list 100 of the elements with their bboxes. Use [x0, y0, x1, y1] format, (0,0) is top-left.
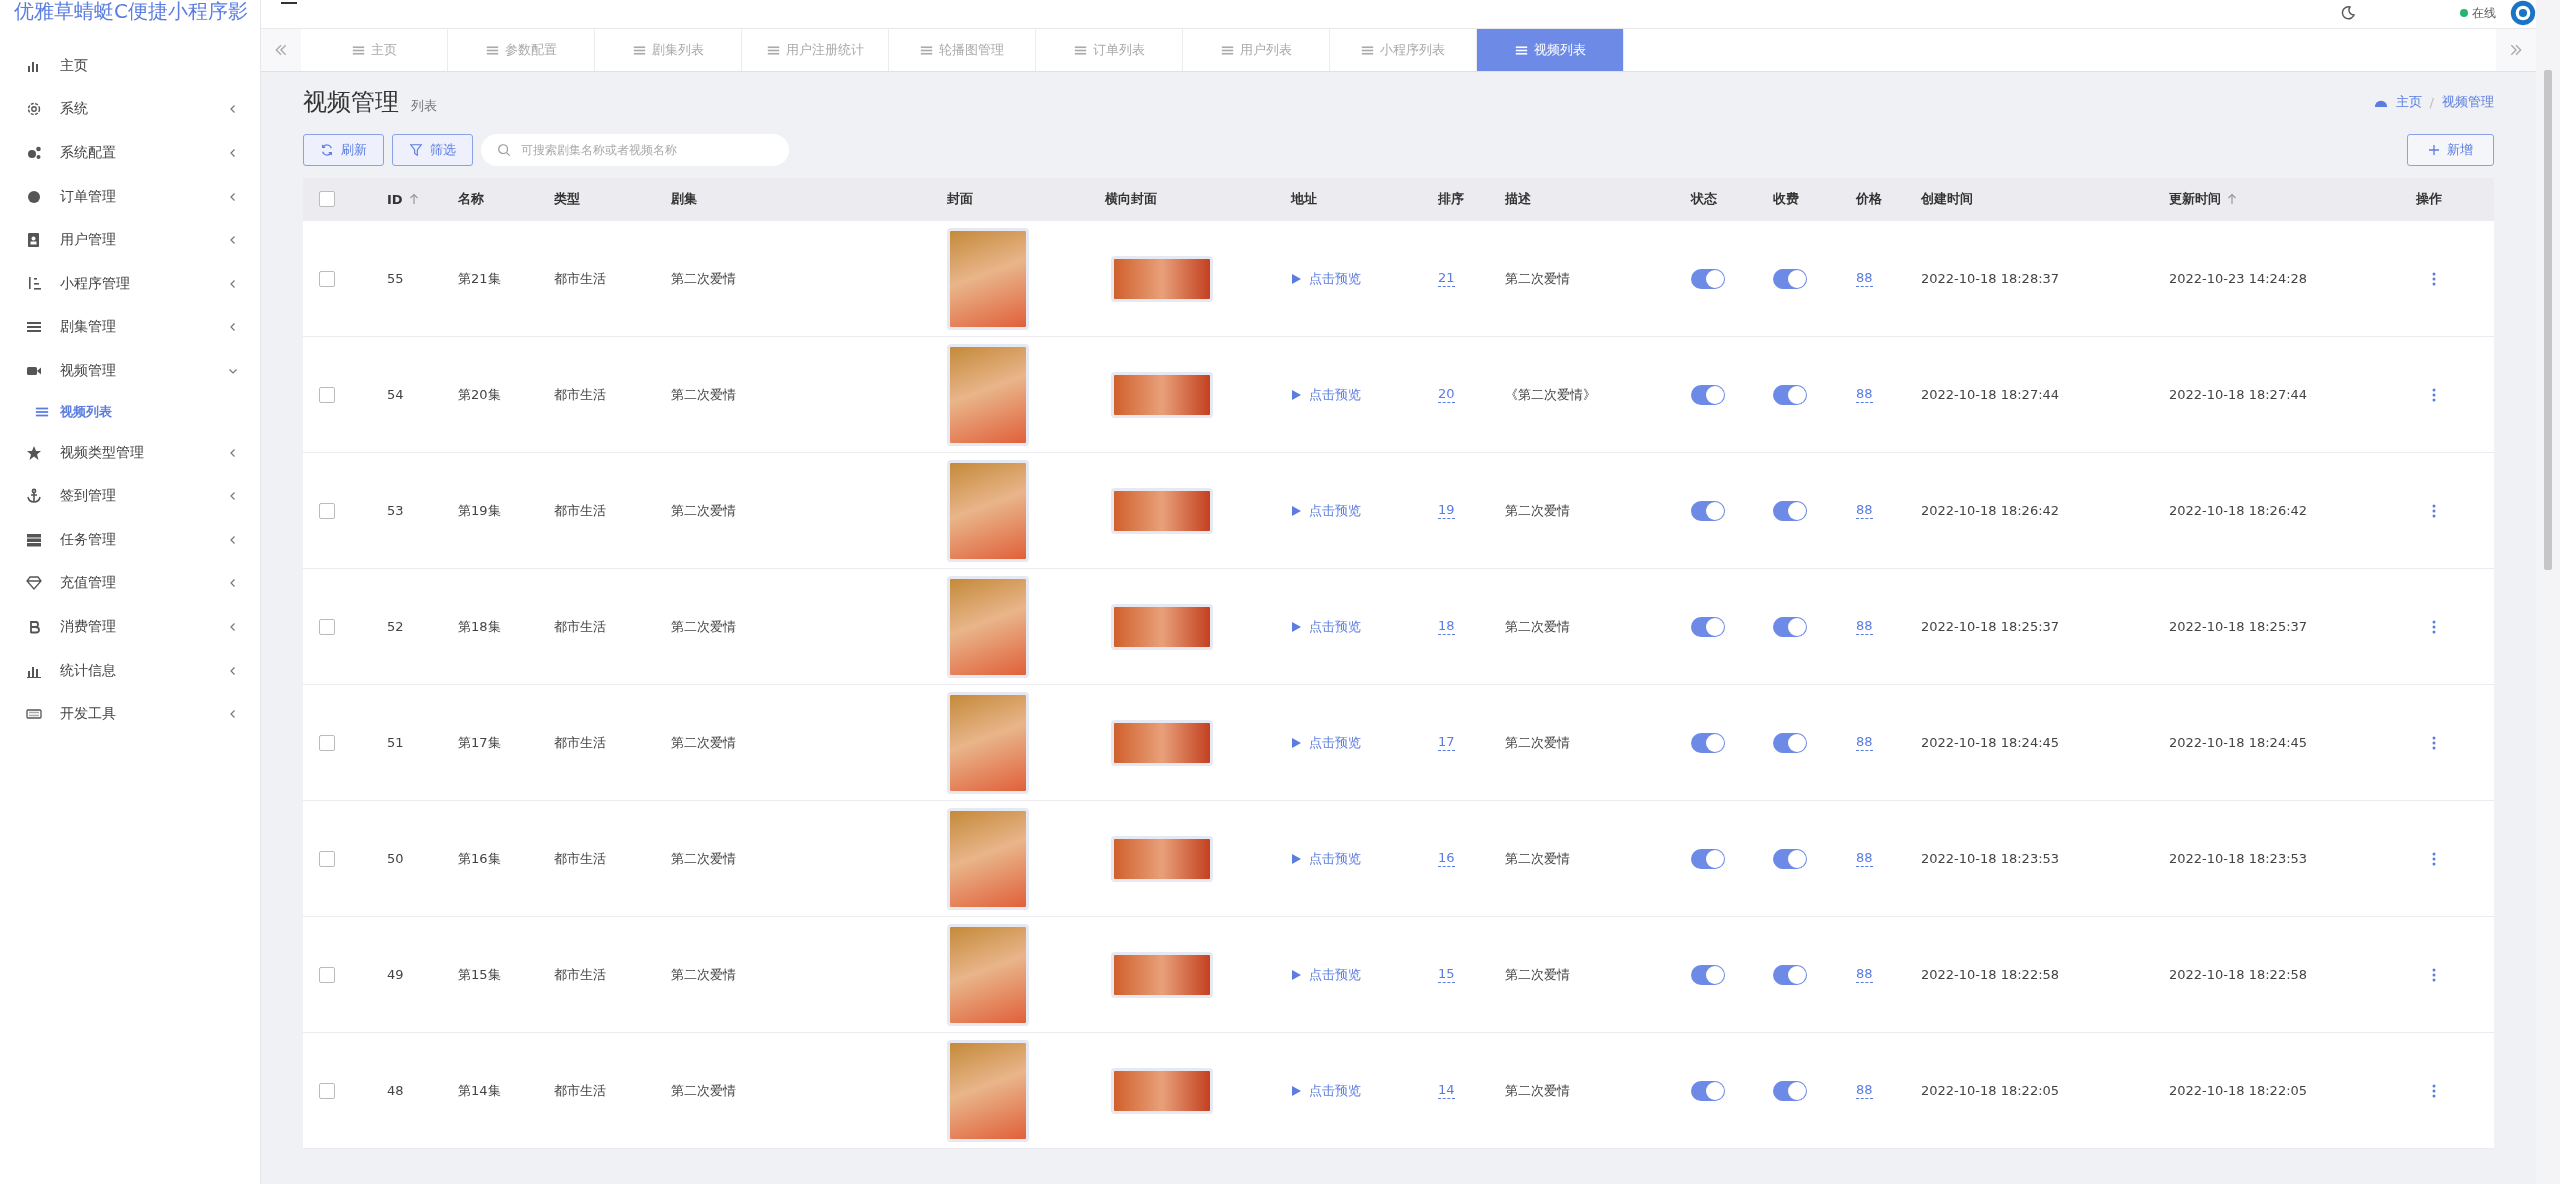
- status-toggle[interactable]: [1691, 1080, 1725, 1101]
- price-edit-link[interactable]: 88: [1856, 1082, 1873, 1099]
- filter-button[interactable]: 筛选: [392, 134, 473, 166]
- row-checkbox[interactable]: [319, 1082, 335, 1099]
- sort-edit-link[interactable]: 16: [1438, 850, 1455, 867]
- photo-placeholder[interactable]: [1111, 487, 1213, 534]
- tab[interactable]: 视频列表: [1477, 29, 1624, 71]
- tab[interactable]: 订单列表: [1036, 29, 1183, 71]
- fee-toggle[interactable]: [1773, 616, 1807, 637]
- fee-toggle[interactable]: [1773, 732, 1807, 753]
- add-button[interactable]: 新增: [2407, 134, 2494, 166]
- photo-placeholder[interactable]: [1111, 951, 1213, 998]
- fee-toggle[interactable]: [1773, 964, 1807, 985]
- photo-placeholder[interactable]: [947, 1039, 1029, 1142]
- sidebar-item[interactable]: 统计信息: [0, 648, 260, 693]
- photo-placeholder[interactable]: [1111, 719, 1213, 766]
- tab[interactable]: 主页: [301, 29, 448, 71]
- status-toggle[interactable]: [1691, 500, 1725, 521]
- more-icon[interactable]: [2432, 619, 2436, 634]
- sidebar-item[interactable]: 订单管理: [0, 174, 260, 219]
- photo-placeholder[interactable]: [947, 807, 1029, 910]
- avatar-icon[interactable]: [2510, 0, 2536, 26]
- status-toggle[interactable]: [1691, 732, 1725, 753]
- sidebar-item[interactable]: 视频类型管理: [0, 430, 260, 475]
- sort-edit-link[interactable]: 14: [1438, 1082, 1455, 1099]
- more-icon[interactable]: [2432, 967, 2436, 982]
- sort-edit-link[interactable]: 21: [1438, 270, 1455, 287]
- fee-toggle[interactable]: [1773, 848, 1807, 869]
- sidebar-item[interactable]: 剧集管理: [0, 305, 260, 350]
- photo-placeholder[interactable]: [1111, 255, 1213, 302]
- sidebar-item[interactable]: 主页: [0, 44, 260, 88]
- sidebar-item[interactable]: 任务管理: [0, 517, 260, 562]
- sidebar-item[interactable]: 开发工具: [0, 692, 260, 736]
- scrollbar-thumb[interactable]: [2544, 70, 2552, 570]
- photo-placeholder[interactable]: [1111, 1067, 1213, 1114]
- refresh-button[interactable]: 刷新: [303, 134, 384, 166]
- more-icon[interactable]: [2432, 851, 2436, 866]
- moon-icon[interactable]: [2340, 5, 2356, 21]
- status-toggle[interactable]: [1691, 268, 1725, 289]
- tab[interactable]: 用户注册统计: [742, 29, 889, 71]
- price-edit-link[interactable]: 88: [1856, 850, 1873, 867]
- price-edit-link[interactable]: 88: [1856, 502, 1873, 519]
- select-all-checkbox[interactable]: [319, 191, 335, 207]
- preview-link[interactable]: 点击预览: [1291, 849, 1361, 868]
- sort-edit-link[interactable]: 19: [1438, 502, 1455, 519]
- fee-toggle[interactable]: [1773, 268, 1807, 289]
- sidebar-item[interactable]: 系统: [0, 87, 260, 132]
- more-icon[interactable]: [2432, 387, 2436, 402]
- fee-toggle[interactable]: [1773, 500, 1807, 521]
- more-icon[interactable]: [2432, 735, 2436, 750]
- row-checkbox[interactable]: [319, 734, 335, 751]
- preview-link[interactable]: 点击预览: [1291, 501, 1361, 520]
- price-edit-link[interactable]: 88: [1856, 966, 1873, 983]
- status-toggle[interactable]: [1691, 848, 1725, 869]
- tab[interactable]: 用户列表: [1183, 29, 1330, 71]
- search-field[interactable]: 可搜索剧集名称或者视频名称: [481, 134, 789, 166]
- preview-link[interactable]: 点击预览: [1291, 269, 1361, 288]
- photo-placeholder[interactable]: [1111, 371, 1213, 418]
- photo-placeholder[interactable]: [947, 923, 1029, 1026]
- sidebar-item[interactable]: 消费管理: [0, 605, 260, 649]
- sort-edit-link[interactable]: 18: [1438, 618, 1455, 635]
- price-edit-link[interactable]: 88: [1856, 386, 1873, 403]
- status-toggle[interactable]: [1691, 384, 1725, 405]
- sidebar-item[interactable]: 签到管理: [0, 474, 260, 518]
- more-icon[interactable]: [2432, 271, 2436, 286]
- sidebar-item[interactable]: 用户管理: [0, 218, 260, 262]
- preview-link[interactable]: 点击预览: [1291, 617, 1361, 636]
- price-edit-link[interactable]: 88: [1856, 734, 1873, 751]
- sort-edit-link[interactable]: 17: [1438, 734, 1455, 751]
- photo-placeholder[interactable]: [947, 691, 1029, 794]
- row-checkbox[interactable]: [319, 386, 335, 403]
- sort-arrow-icon[interactable]: [2227, 193, 2237, 205]
- status-toggle[interactable]: [1691, 964, 1725, 985]
- photo-placeholder[interactable]: [947, 459, 1029, 562]
- sort-edit-link[interactable]: 15: [1438, 966, 1455, 983]
- breadcrumb-link[interactable]: 视频管理: [2442, 93, 2494, 111]
- tab[interactable]: 剧集列表: [595, 29, 742, 71]
- fee-toggle[interactable]: [1773, 384, 1807, 405]
- fee-toggle[interactable]: [1773, 1080, 1807, 1101]
- preview-link[interactable]: 点击预览: [1291, 733, 1361, 752]
- price-edit-link[interactable]: 88: [1856, 618, 1873, 635]
- sidebar-subitem[interactable]: 视频列表: [0, 392, 260, 431]
- sort-arrow-icon[interactable]: [408, 193, 419, 205]
- sidebar-item[interactable]: 视频管理: [0, 349, 260, 393]
- sidebar-item[interactable]: 充值管理: [0, 561, 260, 606]
- photo-placeholder[interactable]: [947, 343, 1029, 446]
- row-checkbox[interactable]: [319, 270, 335, 287]
- more-icon[interactable]: [2432, 503, 2436, 518]
- status-toggle[interactable]: [1691, 616, 1725, 637]
- sidebar-item[interactable]: 系统配置: [0, 131, 260, 175]
- preview-link[interactable]: 点击预览: [1291, 1081, 1361, 1100]
- photo-placeholder[interactable]: [1111, 835, 1213, 882]
- row-checkbox[interactable]: [319, 966, 335, 983]
- sort-edit-link[interactable]: 20: [1438, 386, 1455, 403]
- more-icon[interactable]: [2432, 1083, 2436, 1098]
- sidebar-item[interactable]: 小程序管理: [0, 261, 260, 306]
- tab[interactable]: 轮播图管理: [889, 29, 1036, 71]
- breadcrumb-link[interactable]: 主页: [2395, 93, 2422, 111]
- photo-placeholder[interactable]: [947, 227, 1029, 330]
- row-checkbox[interactable]: [319, 850, 335, 867]
